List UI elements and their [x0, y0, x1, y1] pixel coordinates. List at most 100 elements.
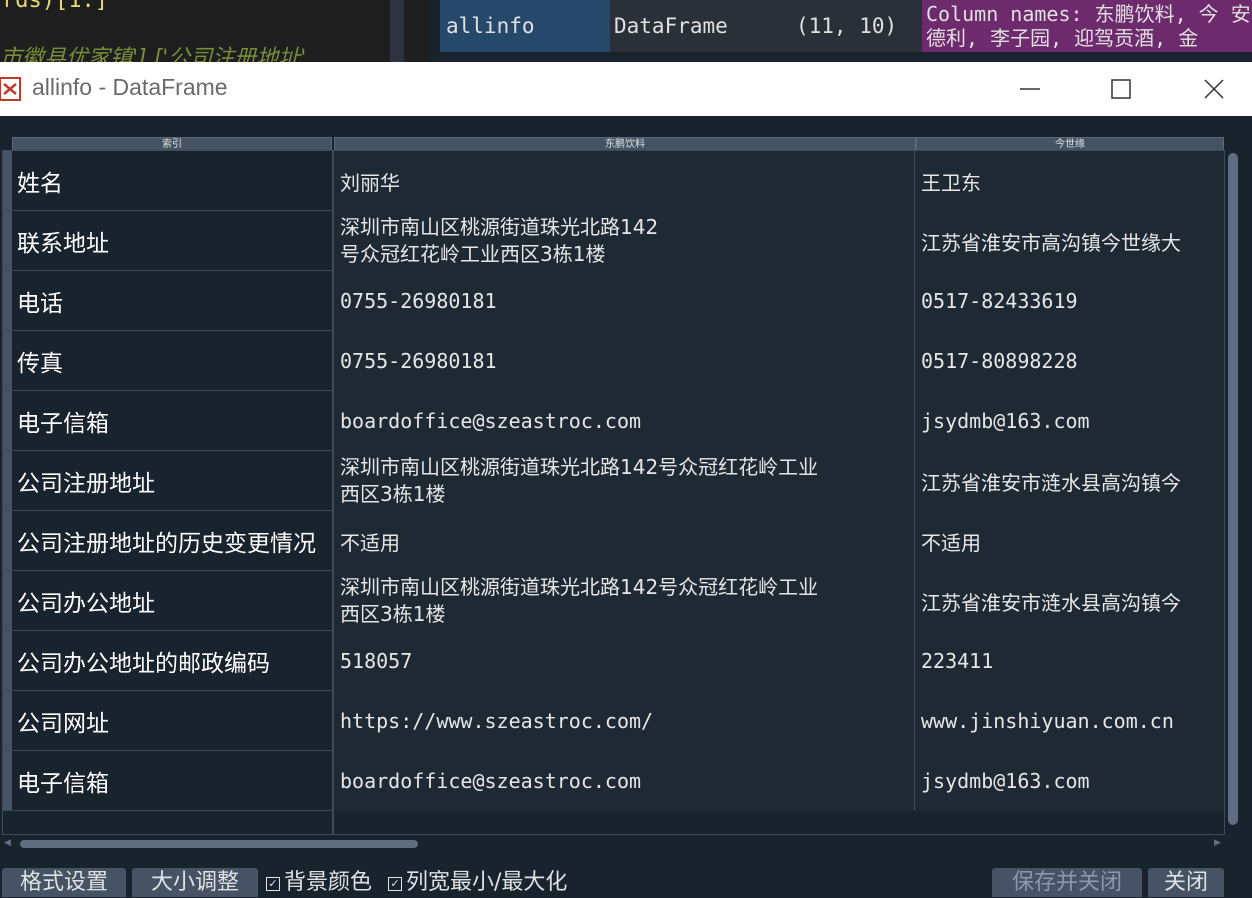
code-line: rds)[1:] — [2, 0, 108, 13]
scroll-right-icon[interactable]: ▶ — [1214, 837, 1224, 849]
index-row[interactable]: 公司办公地址的邮政编码 — [3, 631, 332, 691]
checkbox-checked-icon: ✓ — [388, 877, 402, 891]
index-label: 公司办公地址 — [17, 590, 155, 617]
table-cell[interactable]: https://www.szeastroc.com/ — [334, 691, 915, 751]
index-label: 传真 — [17, 350, 63, 377]
index-row[interactable]: 公司网址 — [3, 691, 332, 751]
index-row[interactable]: 公司注册地址 — [3, 451, 332, 511]
table-cell[interactable]: 深圳市南山区桃源街道珠光北路142 号众冠红花岭工业西区3栋1楼 — [334, 211, 915, 271]
code-line: 市徽县优家镇'],['公司注册地址' — [0, 46, 307, 62]
variable-type-cell[interactable]: DataFrame — [610, 0, 790, 52]
cell-text-line: 深圳市南山区桃源街道珠光北路142号众冠红花岭工业 — [340, 455, 819, 479]
table-cell[interactable]: 0517-80898228 — [915, 331, 1224, 391]
close-icon — [1204, 79, 1224, 99]
table-cell[interactable]: boardoffice@szeastroc.com — [334, 391, 915, 451]
index-label: 公司注册地址 — [17, 470, 155, 497]
index-row[interactable]: 公司办公地址 — [3, 571, 332, 631]
table-row: 深圳市南山区桃源街道珠光北路142 号众冠红花岭工业西区3栋1楼 江苏省淮安市高… — [334, 211, 1224, 271]
table-cell[interactable]: boardoffice@szeastroc.com — [334, 751, 915, 811]
table-row: 刘丽华 王卫东 — [334, 151, 1224, 211]
table-cell[interactable]: 王卫东 — [915, 151, 1224, 211]
splitter[interactable] — [390, 0, 404, 62]
table-row: 不适用 不适用 — [334, 511, 1224, 571]
variable-value-cell[interactable]: Column names: 东鹏饮料, 今 安德利, 李子园, 迎驾贡酒, 金 — [922, 0, 1252, 52]
index-label: 公司办公地址的邮政编码 — [17, 650, 270, 677]
checkbox-label: 列宽最小/最大化 — [406, 870, 568, 895]
table-cell[interactable]: 不适用 — [334, 511, 915, 571]
maximize-icon — [1111, 79, 1131, 99]
window-title: allinfo - DataFrame — [32, 74, 228, 100]
index-panel: 姓名 联系地址 电话 传真 电子信箱 公司注册地址 公司注册地址的历史变更情况 … — [2, 150, 333, 835]
table-row: 0755-26980181 0517-82433619 — [334, 271, 1224, 331]
checkbox-label: 背景颜色 — [284, 870, 373, 895]
scrollbar-thumb[interactable] — [1228, 153, 1238, 825]
window-titlebar[interactable]: allinfo - DataFrame — [0, 62, 1252, 116]
table-row: https://www.szeastroc.com/ www.jinshiyua… — [334, 691, 1224, 751]
scrollbar-thumb[interactable] — [20, 840, 418, 848]
table-cell[interactable]: 0755-26980181 — [334, 271, 915, 331]
index-row[interactable]: 联系地址 — [3, 211, 332, 271]
table-cell[interactable]: 江苏省淮安市涟水县高沟镇今 — [915, 571, 1224, 631]
checkbox-checked-icon: ✓ — [266, 877, 280, 891]
index-label: 公司注册地址的历史变更情况 — [17, 530, 316, 557]
cell-text-line: 西区3栋1楼 — [340, 482, 446, 506]
index-row[interactable]: 电子信箱 — [3, 391, 332, 451]
minimize-button[interactable] — [984, 62, 1076, 116]
data-panel: 刘丽华 王卫东 深圳市南山区桃源街道珠光北路142 号众冠红花岭工业西区3栋1楼… — [333, 150, 1225, 835]
table-cell[interactable]: 0755-26980181 — [334, 331, 915, 391]
code-editor-background: rds)[1:] 市徽县优家镇'],['公司注册地址' — [0, 0, 430, 62]
minimize-icon — [1020, 88, 1040, 90]
column-header[interactable]: 东鹏饮料 — [334, 137, 916, 151]
table-cell[interactable]: 223411 — [915, 631, 1224, 691]
maximize-button[interactable] — [1075, 62, 1167, 116]
index-label: 姓名 — [17, 170, 63, 197]
spyder-app-icon — [0, 77, 21, 101]
dialog-toolbar: 格式设置 大小调整 ✓ 背景颜色 ✓ 列宽最小/最大化 保存并关闭 关闭 — [0, 856, 1252, 897]
table-cell[interactable]: 江苏省淮安市高沟镇今世缘大 — [915, 211, 1224, 271]
index-row[interactable]: 电子信箱 — [3, 751, 332, 811]
variable-explorer: allinfo DataFrame (11, 10) Column names:… — [430, 0, 1252, 62]
close-button[interactable]: 关闭 — [1148, 868, 1224, 897]
table-cell[interactable]: 深圳市南山区桃源街道珠光北路142号众冠红花岭工业 西区3栋1楼 — [334, 571, 915, 631]
variable-name-cell[interactable]: allinfo — [440, 0, 610, 52]
variable-size-cell[interactable]: (11, 10) — [790, 0, 922, 52]
save-and-close-button[interactable]: 保存并关闭 — [992, 868, 1142, 897]
column-header[interactable]: 今世缘 — [916, 137, 1224, 151]
resize-button[interactable]: 大小调整 — [132, 868, 258, 897]
cell-text-line: 号众冠红花岭工业西区3栋1楼 — [340, 242, 606, 266]
index-row[interactable]: 电话 — [3, 271, 332, 331]
index-column-header[interactable]: 索引 — [12, 137, 332, 151]
index-label: 电话 — [17, 290, 63, 317]
index-label: 联系地址 — [17, 230, 109, 257]
vertical-scrollbar[interactable] — [1226, 150, 1242, 835]
table-cell[interactable]: jsydmb@163.com — [915, 751, 1224, 811]
horizontal-scrollbar[interactable]: ◀ ▶ — [4, 837, 1224, 849]
dataframe-grid: 索引 东鹏饮料 今世缘 姓名 联系地址 电话 传真 电子信箱 公司注册地址 公司… — [0, 116, 1252, 856]
index-label: 公司网址 — [17, 710, 109, 737]
table-cell[interactable]: 0517-82433619 — [915, 271, 1224, 331]
table-cell[interactable]: 江苏省淮安市涟水县高沟镇今 — [915, 451, 1224, 511]
index-label: 电子信箱 — [17, 410, 109, 437]
column-width-checkbox[interactable]: ✓ 列宽最小/最大化 — [388, 868, 567, 897]
format-button[interactable]: 格式设置 — [2, 868, 126, 897]
table-cell[interactable]: 518057 — [334, 631, 915, 691]
background-color-checkbox[interactable]: ✓ 背景颜色 — [266, 868, 372, 897]
table-row: 深圳市南山区桃源街道珠光北路142号众冠红花岭工业 西区3栋1楼 江苏省淮安市涟… — [334, 571, 1224, 631]
close-window-button[interactable] — [1168, 62, 1252, 116]
table-cell[interactable]: jsydmb@163.com — [915, 391, 1224, 451]
index-row[interactable]: 传真 — [3, 331, 332, 391]
scroll-left-icon[interactable]: ◀ — [4, 837, 14, 849]
table-row: 0755-26980181 0517-80898228 — [334, 331, 1224, 391]
cell-text-line: 深圳市南山区桃源街道珠光北路142 — [340, 215, 659, 239]
cell-text-line: 深圳市南山区桃源街道珠光北路142号众冠红花岭工业 — [340, 575, 819, 599]
index-row[interactable]: 姓名 — [3, 151, 332, 211]
table-cell[interactable]: www.jinshiyuan.com.cn — [915, 691, 1224, 751]
table-cell[interactable]: 深圳市南山区桃源街道珠光北路142号众冠红花岭工业 西区3栋1楼 — [334, 451, 915, 511]
table-row: boardoffice@szeastroc.com jsydmb@163.com — [334, 751, 1224, 811]
table-cell[interactable]: 刘丽华 — [334, 151, 915, 211]
cell-text-line: 西区3栋1楼 — [340, 602, 446, 626]
table-cell[interactable]: 不适用 — [915, 511, 1224, 571]
table-row: boardoffice@szeastroc.com jsydmb@163.com — [334, 391, 1224, 451]
table-row: 深圳市南山区桃源街道珠光北路142号众冠红花岭工业 西区3栋1楼 江苏省淮安市涟… — [334, 451, 1224, 511]
index-row[interactable]: 公司注册地址的历史变更情况 — [3, 511, 332, 571]
